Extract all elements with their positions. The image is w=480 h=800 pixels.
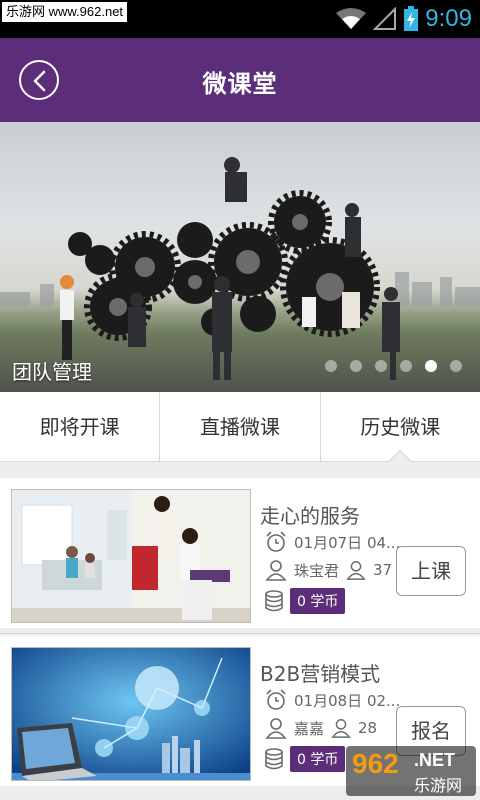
course-time-row: 01月08日 02... xyxy=(264,688,400,712)
participants-icon xyxy=(331,719,351,738)
course-tabs: 即将开课 直播微课 历史微课 xyxy=(0,392,480,462)
participant-count: 37 xyxy=(373,561,393,579)
course-thumbnail xyxy=(11,489,251,623)
course-thumbnail xyxy=(11,647,251,781)
course-time-row: 01月07日 04... xyxy=(264,530,400,554)
logo-number: 962 xyxy=(352,748,399,779)
divider xyxy=(0,633,480,634)
participant-count: 28 xyxy=(358,719,378,737)
carousel-dot xyxy=(350,360,362,372)
carousel-dot xyxy=(450,360,462,372)
tab-live[interactable]: 直播微课 xyxy=(160,392,321,461)
clock: 9:09 xyxy=(425,5,472,32)
teacher-name: 珠宝君 xyxy=(294,561,340,580)
course-price-row: 0 学币 xyxy=(264,746,346,772)
course-price-row: 0 学币 xyxy=(264,588,346,614)
banner-caption: 团队管理 xyxy=(12,360,92,384)
coin-icon xyxy=(265,590,283,612)
battery-charging-icon xyxy=(404,6,419,31)
carousel-dot xyxy=(325,360,337,372)
carousel-indicator xyxy=(325,360,462,372)
app-header: 微课堂 xyxy=(0,38,480,122)
carousel-dot xyxy=(375,360,387,372)
banner-image xyxy=(0,157,480,380)
coin-icon xyxy=(265,748,283,770)
banner-carousel[interactable]: 团队管理 xyxy=(0,122,480,392)
alarm-clock-icon xyxy=(266,689,286,710)
logo-cn: 乐游网 xyxy=(414,776,463,795)
site-logo-watermark: 962 .NET 乐游网 xyxy=(346,746,476,796)
course-title: B2B营销模式 xyxy=(260,662,381,686)
teacher-icon xyxy=(265,560,287,581)
course-meta-row: 嘉嘉 28 xyxy=(264,716,377,740)
signal-icon xyxy=(373,7,397,30)
price-badge: 0 学币 xyxy=(290,746,346,772)
course-date: 01月08日 02... xyxy=(294,691,401,710)
carousel-dot xyxy=(400,360,412,372)
alarm-clock-icon xyxy=(266,531,286,552)
course-item[interactable]: 走心的服务 01月07日 04... 珠宝君 37 0 学币 上课 xyxy=(0,478,480,628)
attend-class-button[interactable]: 上课 xyxy=(396,546,466,596)
status-icons: 9:09 xyxy=(335,0,472,38)
site-watermark: 乐游网 www.962.net xyxy=(2,2,128,22)
participants-icon xyxy=(346,561,366,580)
page-title: 微课堂 xyxy=(202,70,278,98)
price-badge: 0 学币 xyxy=(290,588,346,614)
wifi-icon xyxy=(336,8,367,29)
logo-net: .NET xyxy=(414,750,456,770)
course-meta-row: 珠宝君 37 xyxy=(264,558,392,582)
course-date: 01月07日 04... xyxy=(294,533,401,552)
carousel-dot-active xyxy=(425,360,437,372)
course-title: 走心的服务 xyxy=(260,504,360,528)
teacher-name: 嘉嘉 xyxy=(294,719,325,738)
status-bar: 乐游网 www.962.net 9:09 xyxy=(0,0,480,38)
teacher-icon xyxy=(265,718,287,739)
tab-upcoming[interactable]: 即将开课 xyxy=(0,392,161,461)
